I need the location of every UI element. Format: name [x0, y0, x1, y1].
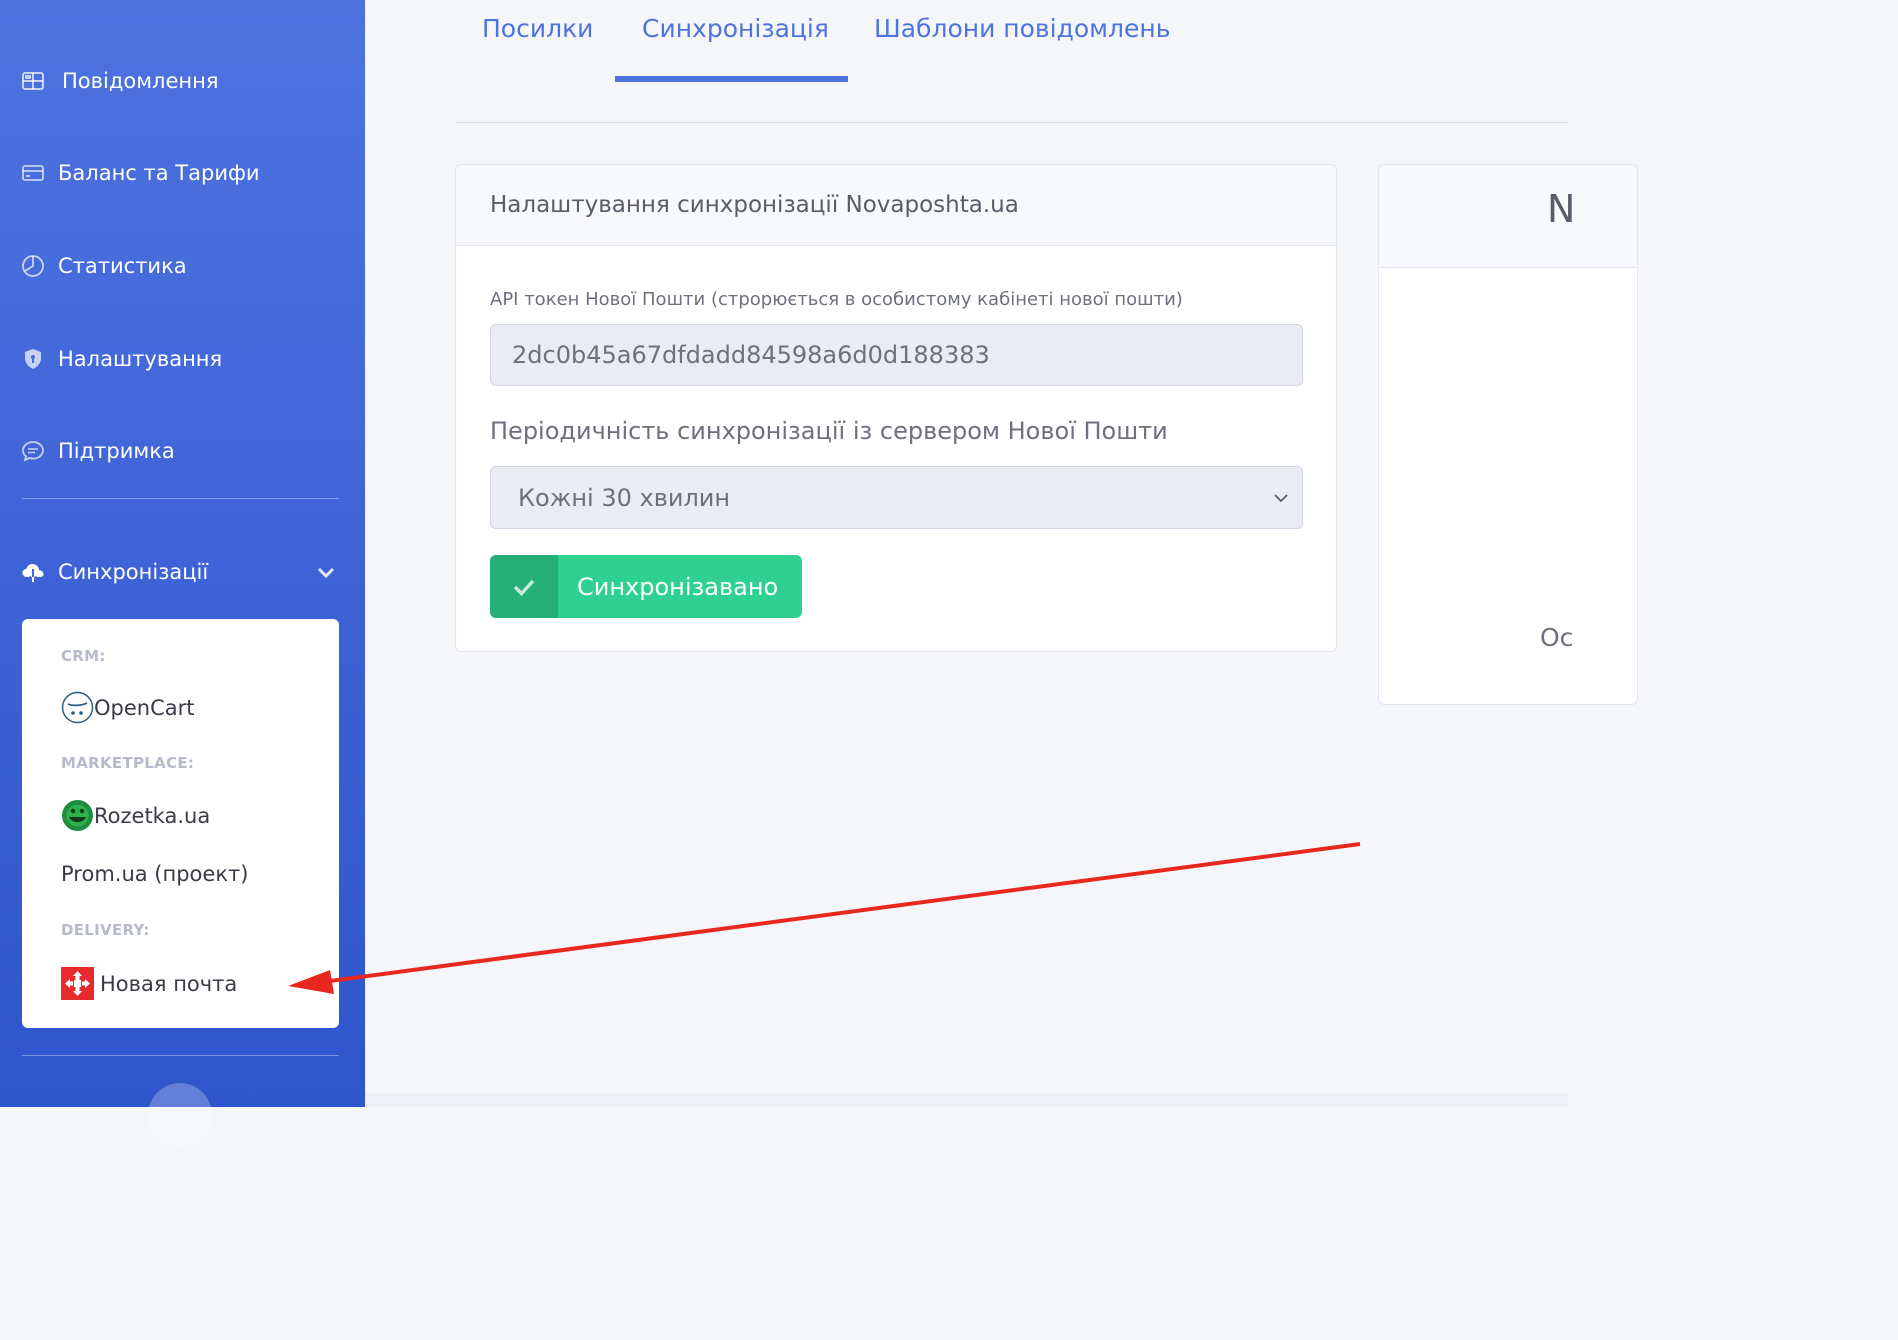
card-title: Налаштування синхронізації Novaposhta.ua [456, 165, 1336, 246]
sidebar-item-statistics[interactable]: Статистика [20, 253, 187, 279]
sync-period-select[interactable]: Кожні 30 хвилин [490, 466, 1303, 529]
sidebar-item-label: Повідомлення [62, 69, 219, 93]
period-label: Періодичність синхронізації із сервером … [490, 417, 1168, 445]
sidebar-item-sync[interactable]: Синхронізації [20, 559, 208, 585]
nova-poshta-logo [61, 967, 94, 1000]
submenu-item-label: Rozetka.ua [94, 803, 211, 828]
sidebar-item-settings[interactable]: Налаштування [20, 346, 222, 372]
secondary-card-title: N [1547, 187, 1576, 231]
submenu-item-label: OpenCart [94, 695, 195, 720]
credit-card-icon [20, 160, 46, 186]
tabs-divider [455, 122, 1568, 123]
submenu-item-rozetka[interactable]: Rozetka.ua [61, 799, 210, 832]
shield-icon [20, 346, 46, 372]
chevron-down-icon [1274, 494, 1288, 503]
submenu-header-crm: CRM: [61, 647, 106, 665]
sidebar-item-label: Статистика [58, 254, 187, 278]
cloud-download-icon [20, 559, 46, 585]
sidebar-item-label: Баланс та Тарифи [58, 161, 260, 185]
sidebar-item-label: Синхронізації [58, 560, 209, 584]
sidebar-item-label: Підтримка [58, 439, 175, 463]
sync-status-label: Синхронізавано [577, 572, 779, 601]
sync-period-value: Кожні 30 хвилин [518, 483, 731, 512]
sync-settings-card: Налаштування синхронізації Novaposhta.ua… [455, 164, 1337, 652]
tab-sync[interactable]: Синхронізація [642, 14, 829, 43]
secondary-card-header: N [1379, 165, 1637, 268]
submenu-item-label: Prom.ua (проект) [61, 862, 249, 886]
sidebar-item-support[interactable]: Підтримка [20, 438, 175, 464]
submenu-item-opencart[interactable]: OpenCart [61, 691, 195, 724]
secondary-card: N Oc [1378, 164, 1638, 705]
tab-message-templates[interactable]: Шаблони повідомлень [874, 14, 1170, 43]
sync-submenu: CRM: OpenCart MARKETPLACE: Rozetka.ua Pr… [22, 619, 339, 1028]
check-icon [490, 555, 558, 618]
sidebar-item-label: Налаштування [58, 347, 223, 371]
submenu-item-nova-poshta[interactable]: Новая почта [61, 967, 237, 1000]
annotation-arrow-line [329, 842, 1361, 983]
sidebar-toggle-button[interactable] [148, 1083, 212, 1147]
token-label: API токен Нової Пошти (строрюється в осо… [490, 289, 1183, 310]
chevron-down-icon[interactable] [316, 563, 336, 583]
submenu-header-delivery: DELIVERY: [61, 921, 150, 939]
submenu-item-prom[interactable]: Prom.ua (проект) [61, 862, 248, 886]
api-token-input[interactable]: 2dc0b45a67dfdadd84598a6d0d188383 [490, 324, 1303, 386]
submenu-header-marketplace: MARKETPLACE: [61, 754, 195, 772]
rozetka-logo [62, 800, 93, 831]
opencart-logo [61, 691, 94, 724]
sidebar-item-messages[interactable]: Повідомлення [20, 68, 219, 94]
sidebar-divider [22, 498, 339, 499]
sidebar-divider [22, 1055, 339, 1056]
page-footer-edge [365, 1093, 1568, 1107]
active-tab-indicator [615, 76, 848, 82]
table-grid-icon [20, 68, 46, 94]
secondary-card-text: Oc [1540, 623, 1574, 652]
sidebar: Повідомлення Баланс та Тарифи Статистика… [0, 0, 365, 1147]
sidebar-item-balance[interactable]: Баланс та Тарифи [20, 160, 260, 186]
submenu-item-label: Новая почта [100, 971, 238, 996]
tab-parcels[interactable]: Посилки [482, 14, 593, 43]
sync-status-button[interactable]: Синхронізавано [490, 555, 802, 618]
chat-icon [20, 438, 46, 464]
pie-chart-icon [20, 253, 46, 279]
